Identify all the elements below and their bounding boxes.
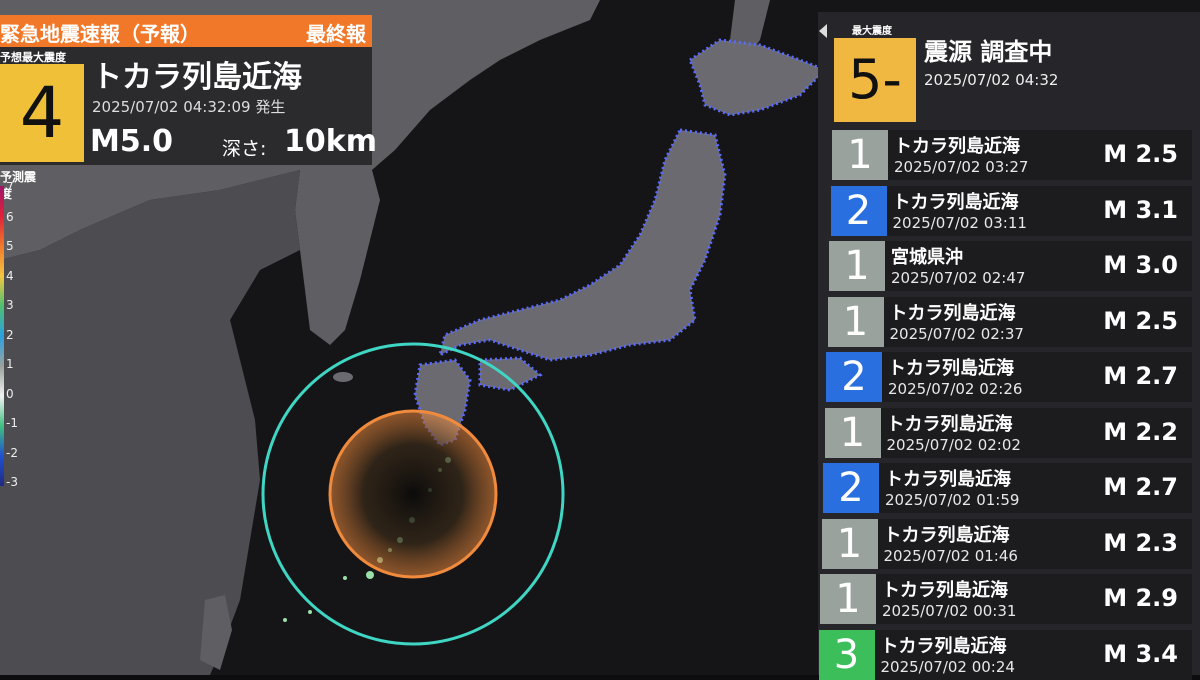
- event-magnitude: M 2.5: [1103, 306, 1178, 335]
- event-region: トカラ列島近海: [888, 358, 1014, 379]
- event-time: 2025/07/02 00:31: [882, 602, 1017, 620]
- epicenter-status: 震源 調査中: [924, 38, 1053, 66]
- event-region: トカラ列島近海: [892, 191, 1019, 213]
- event-region: トカラ列島近海: [880, 635, 1007, 657]
- legend-tick: 5: [6, 239, 14, 253]
- event-magnitude: M 2.7: [1103, 362, 1178, 390]
- event-magnitude: M 2.7: [1103, 473, 1178, 501]
- event-time: 2025/07/02 03:11: [892, 213, 1027, 232]
- event-region: 宮城県沖: [891, 247, 963, 268]
- event-magnitude: M 2.9: [1103, 584, 1178, 612]
- event-row[interactable]: 1 トカラ列島近海 2025/07/02 00:31 M 2.9: [820, 574, 1192, 624]
- event-intensity-badge: 3: [818, 629, 875, 680]
- legend-tick: -2: [6, 445, 18, 460]
- max-intensity-label: 予想最大震度: [0, 51, 66, 64]
- event-row[interactable]: 1 トカラ列島近海 2025/07/02 03:27 M 2.5: [832, 130, 1192, 180]
- event-intensity-badge: 1: [820, 574, 876, 624]
- event-row[interactable]: 1 トカラ列島近海 2025/07/02 02:02 M 2.2: [824, 407, 1192, 458]
- intensity-legend: 予測震度 7 6 5 4 3 2 1 0 -1 -2 -3: [0, 166, 44, 506]
- event-intensity-badge: 1: [832, 130, 888, 180]
- event-row[interactable]: 2 トカラ列島近海 2025/07/02 01:59 M 2.7: [823, 463, 1192, 513]
- event-region: トカラ列島近海: [885, 469, 1011, 490]
- collapse-arrow-icon[interactable]: [818, 24, 828, 38]
- s-wave-circle: [328, 409, 498, 579]
- legend-tick: 2: [6, 327, 14, 342]
- alert-header: 緊急地震速報（予報） 最終報: [0, 15, 372, 47]
- alert-title: 緊急地震速報（予報）: [0, 22, 200, 46]
- event-region: トカラ列島近海: [883, 524, 1010, 546]
- legend-color-bar: [0, 186, 4, 486]
- depth-label: 深さ:: [222, 138, 267, 160]
- event-region: トカラ列島近海: [886, 413, 1013, 435]
- landmass-jeju: [333, 372, 353, 382]
- event-region: トカラ列島近海: [882, 580, 1008, 601]
- event-magnitude: M 3.4: [1103, 639, 1178, 668]
- legend-tick: -3: [6, 475, 18, 489]
- event-magnitude: M 3.1: [1103, 195, 1178, 224]
- event-time: 2025/07/02 02:47: [891, 269, 1026, 287]
- legend-tick: 0: [6, 386, 14, 401]
- legend-tick: 7: [6, 180, 14, 194]
- magnitude: M5.0: [90, 124, 173, 159]
- status-time: 2025/07/02 04:32: [924, 71, 1059, 89]
- event-row[interactable]: 3 トカラ列島近海 2025/07/02 00:24 M 3.4: [818, 629, 1192, 680]
- legend-tick: 3: [6, 298, 14, 312]
- event-time: 2025/07/02 00:24: [880, 657, 1015, 676]
- event-intensity-badge: 2: [830, 185, 887, 236]
- event-magnitude: M 2.5: [1103, 140, 1178, 168]
- event-time: 2025/07/02 02:37: [889, 324, 1024, 343]
- event-intensity-badge: 1: [829, 241, 885, 291]
- event-magnitude: M 2.2: [1103, 417, 1178, 446]
- event-time: 2025/07/02 01:46: [883, 546, 1018, 565]
- event-region: トカラ列島近海: [894, 136, 1020, 157]
- side-max-intensity-label: 最大震度: [852, 26, 892, 37]
- side-max-intensity-box: 5-: [834, 38, 916, 122]
- event-row[interactable]: 1 トカラ列島近海 2025/07/02 01:46 M 2.3: [821, 518, 1192, 569]
- event-row[interactable]: 1 宮城県沖 2025/07/02 02:47 M 3.0: [829, 241, 1192, 291]
- event-time: 2025/07/02 02:26: [888, 380, 1023, 398]
- legend-tick: -1: [6, 416, 18, 430]
- max-intensity-box: 4: [0, 64, 84, 162]
- legend-tick: 6: [6, 209, 14, 224]
- event-intensity-badge: 1: [824, 407, 881, 458]
- legend-tick: 1: [6, 357, 14, 371]
- event-time: 2025/07/02 02:02: [886, 435, 1021, 454]
- event-row[interactable]: 1 トカラ列島近海 2025/07/02 02:37 M 2.5: [827, 296, 1192, 347]
- event-intensity-badge: 2: [826, 352, 882, 402]
- epicenter-region: トカラ列島近海: [92, 60, 302, 95]
- event-time: 2025/07/02 01:59: [885, 491, 1020, 509]
- event-intensity-badge: 1: [821, 518, 878, 569]
- event-intensity-badge: 1: [827, 296, 884, 347]
- event-region: トカラ列島近海: [889, 302, 1016, 324]
- event-magnitude: M 2.3: [1103, 528, 1178, 557]
- event-intensity-badge: 2: [823, 463, 879, 513]
- origin-datetime: 2025/07/02 04:32:09 発生: [92, 98, 286, 116]
- event-time: 2025/07/02 03:27: [894, 158, 1029, 176]
- legend-tick: 4: [6, 268, 14, 283]
- event-row[interactable]: 2 トカラ列島近海 2025/07/02 03:11 M 3.1: [830, 185, 1192, 236]
- final-report-label: 最終報: [306, 22, 366, 46]
- event-magnitude: M 3.0: [1103, 251, 1178, 279]
- event-row[interactable]: 2 トカラ列島近海 2025/07/02 02:26 M 2.7: [826, 352, 1192, 402]
- depth-value: 10km: [284, 124, 377, 159]
